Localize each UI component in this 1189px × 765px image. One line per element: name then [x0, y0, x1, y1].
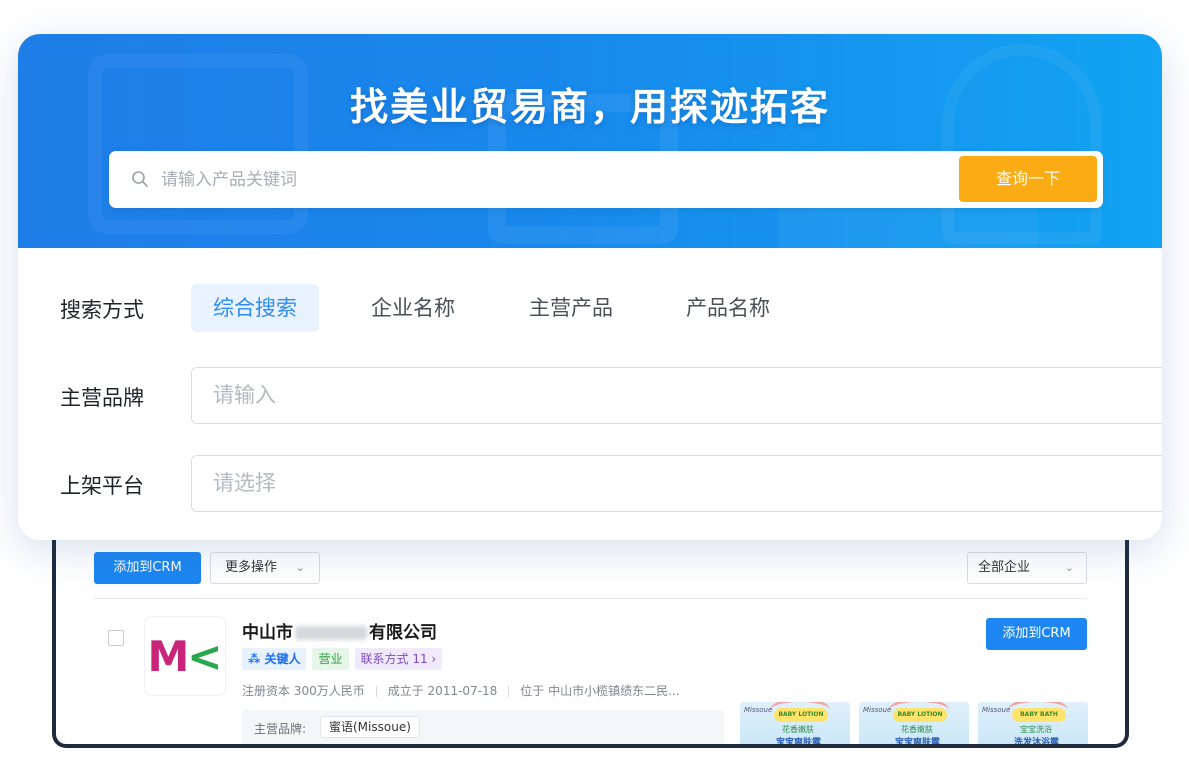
- product-thumbnail[interactable]: Missoue BABY LOTION 花香嫩肤 宝宝爽肤露: [740, 702, 850, 744]
- search-button[interactable]: 查询一下: [959, 156, 1097, 202]
- chevron-down-icon: ⌄: [1064, 561, 1074, 574]
- company-list-item: M < 中山市 有限公司 ⁂ 关键人 营业 联系方式 11 › 注册资本 300万…: [108, 616, 1088, 744]
- company-filter-select[interactable]: 全部企业 ⌄: [967, 552, 1087, 584]
- divider: [508, 686, 510, 697]
- hero-title: 找美业贸易商，用探迹拓客: [349, 85, 830, 129]
- tab-product-name[interactable]: 产品名称: [664, 284, 792, 332]
- main-brand-value[interactable]: 蜜语(Missoue): [320, 716, 420, 738]
- company-tags: ⁂ 关键人 营业 联系方式 11 ›: [242, 648, 443, 670]
- main-brand-input[interactable]: 请输入: [191, 367, 1162, 424]
- contact-info-tag[interactable]: 联系方式 11 ›: [354, 648, 443, 670]
- tab-comprehensive-search[interactable]: 综合搜索: [191, 284, 319, 332]
- search-mode-label: 搜索方式: [60, 298, 144, 322]
- add-to-crm-button[interactable]: 添加到CRM: [94, 552, 201, 584]
- registered-capital: 注册资本 300万人民币: [242, 684, 365, 698]
- company-name[interactable]: 中山市 有限公司: [242, 618, 437, 643]
- hero-banner: 找美业贸易商，用探迹拓客 查询一下: [18, 34, 1162, 248]
- platform-select[interactable]: 请选择: [191, 455, 1162, 512]
- company-meta: 注册资本 300万人民币 成立于 2011-07-18 位于 中山市小榄镇绩东二民.…: [242, 682, 680, 699]
- search-input[interactable]: [161, 163, 941, 196]
- more-actions-label: 更多操作: [225, 560, 278, 575]
- divider: [375, 686, 377, 697]
- founded-date: 成立于 2011-07-18: [387, 684, 498, 698]
- results-toolbar: 添加到CRM 更多操作 ⌄ 全部企业 ⌄: [94, 552, 1087, 588]
- product-thumbnail[interactable]: Missoue BABY BATH 宝宝洗浴 洗发沐浴露: [978, 702, 1088, 744]
- main-brand-field-label: 主营品牌: [60, 386, 144, 410]
- business-status-badge: 营业: [312, 648, 349, 670]
- company-checkbox[interactable]: [108, 630, 124, 646]
- company-logo: M <: [144, 616, 226, 696]
- company-add-to-crm-button[interactable]: 添加到CRM: [986, 618, 1087, 650]
- main-brand-box: 主营品牌: 蜜语(Missoue): [242, 710, 724, 744]
- search-bar: 查询一下: [109, 151, 1103, 208]
- company-filter-label: 全部企业: [978, 560, 1031, 575]
- product-thumbnails: Missoue BABY LOTION 花香嫩肤 宝宝爽肤露 Missoue B…: [740, 702, 1088, 744]
- key-person-tag[interactable]: ⁂ 关键人: [242, 648, 307, 670]
- search-card: 找美业贸易商，用探迹拓客 查询一下 搜索方式 综合搜索 企业名称 主营产品 产品…: [18, 34, 1162, 540]
- people-icon: ⁂: [248, 652, 261, 666]
- divider: [94, 598, 1087, 599]
- search-icon: [132, 171, 148, 187]
- product-thumbnail[interactable]: Missoue BABY LOTION 花香嫩肤 宝宝爽肤露: [859, 702, 969, 744]
- chevron-down-icon: ⌄: [295, 561, 305, 574]
- main-brand-label: 主营品牌:: [254, 722, 307, 736]
- company-location: 位于 中山市小榄镇绩东二民...: [520, 684, 680, 698]
- search-form: 搜索方式 综合搜索 企业名称 主营产品 产品名称 主营品牌 请输入 上架平台 请…: [18, 248, 1162, 540]
- platform-field-label: 上架平台: [60, 474, 144, 498]
- tab-company-name[interactable]: 企业名称: [349, 284, 477, 332]
- tab-main-products[interactable]: 主营产品: [507, 284, 635, 332]
- more-actions-dropdown[interactable]: 更多操作 ⌄: [210, 552, 320, 584]
- redacted-text: [295, 626, 367, 640]
